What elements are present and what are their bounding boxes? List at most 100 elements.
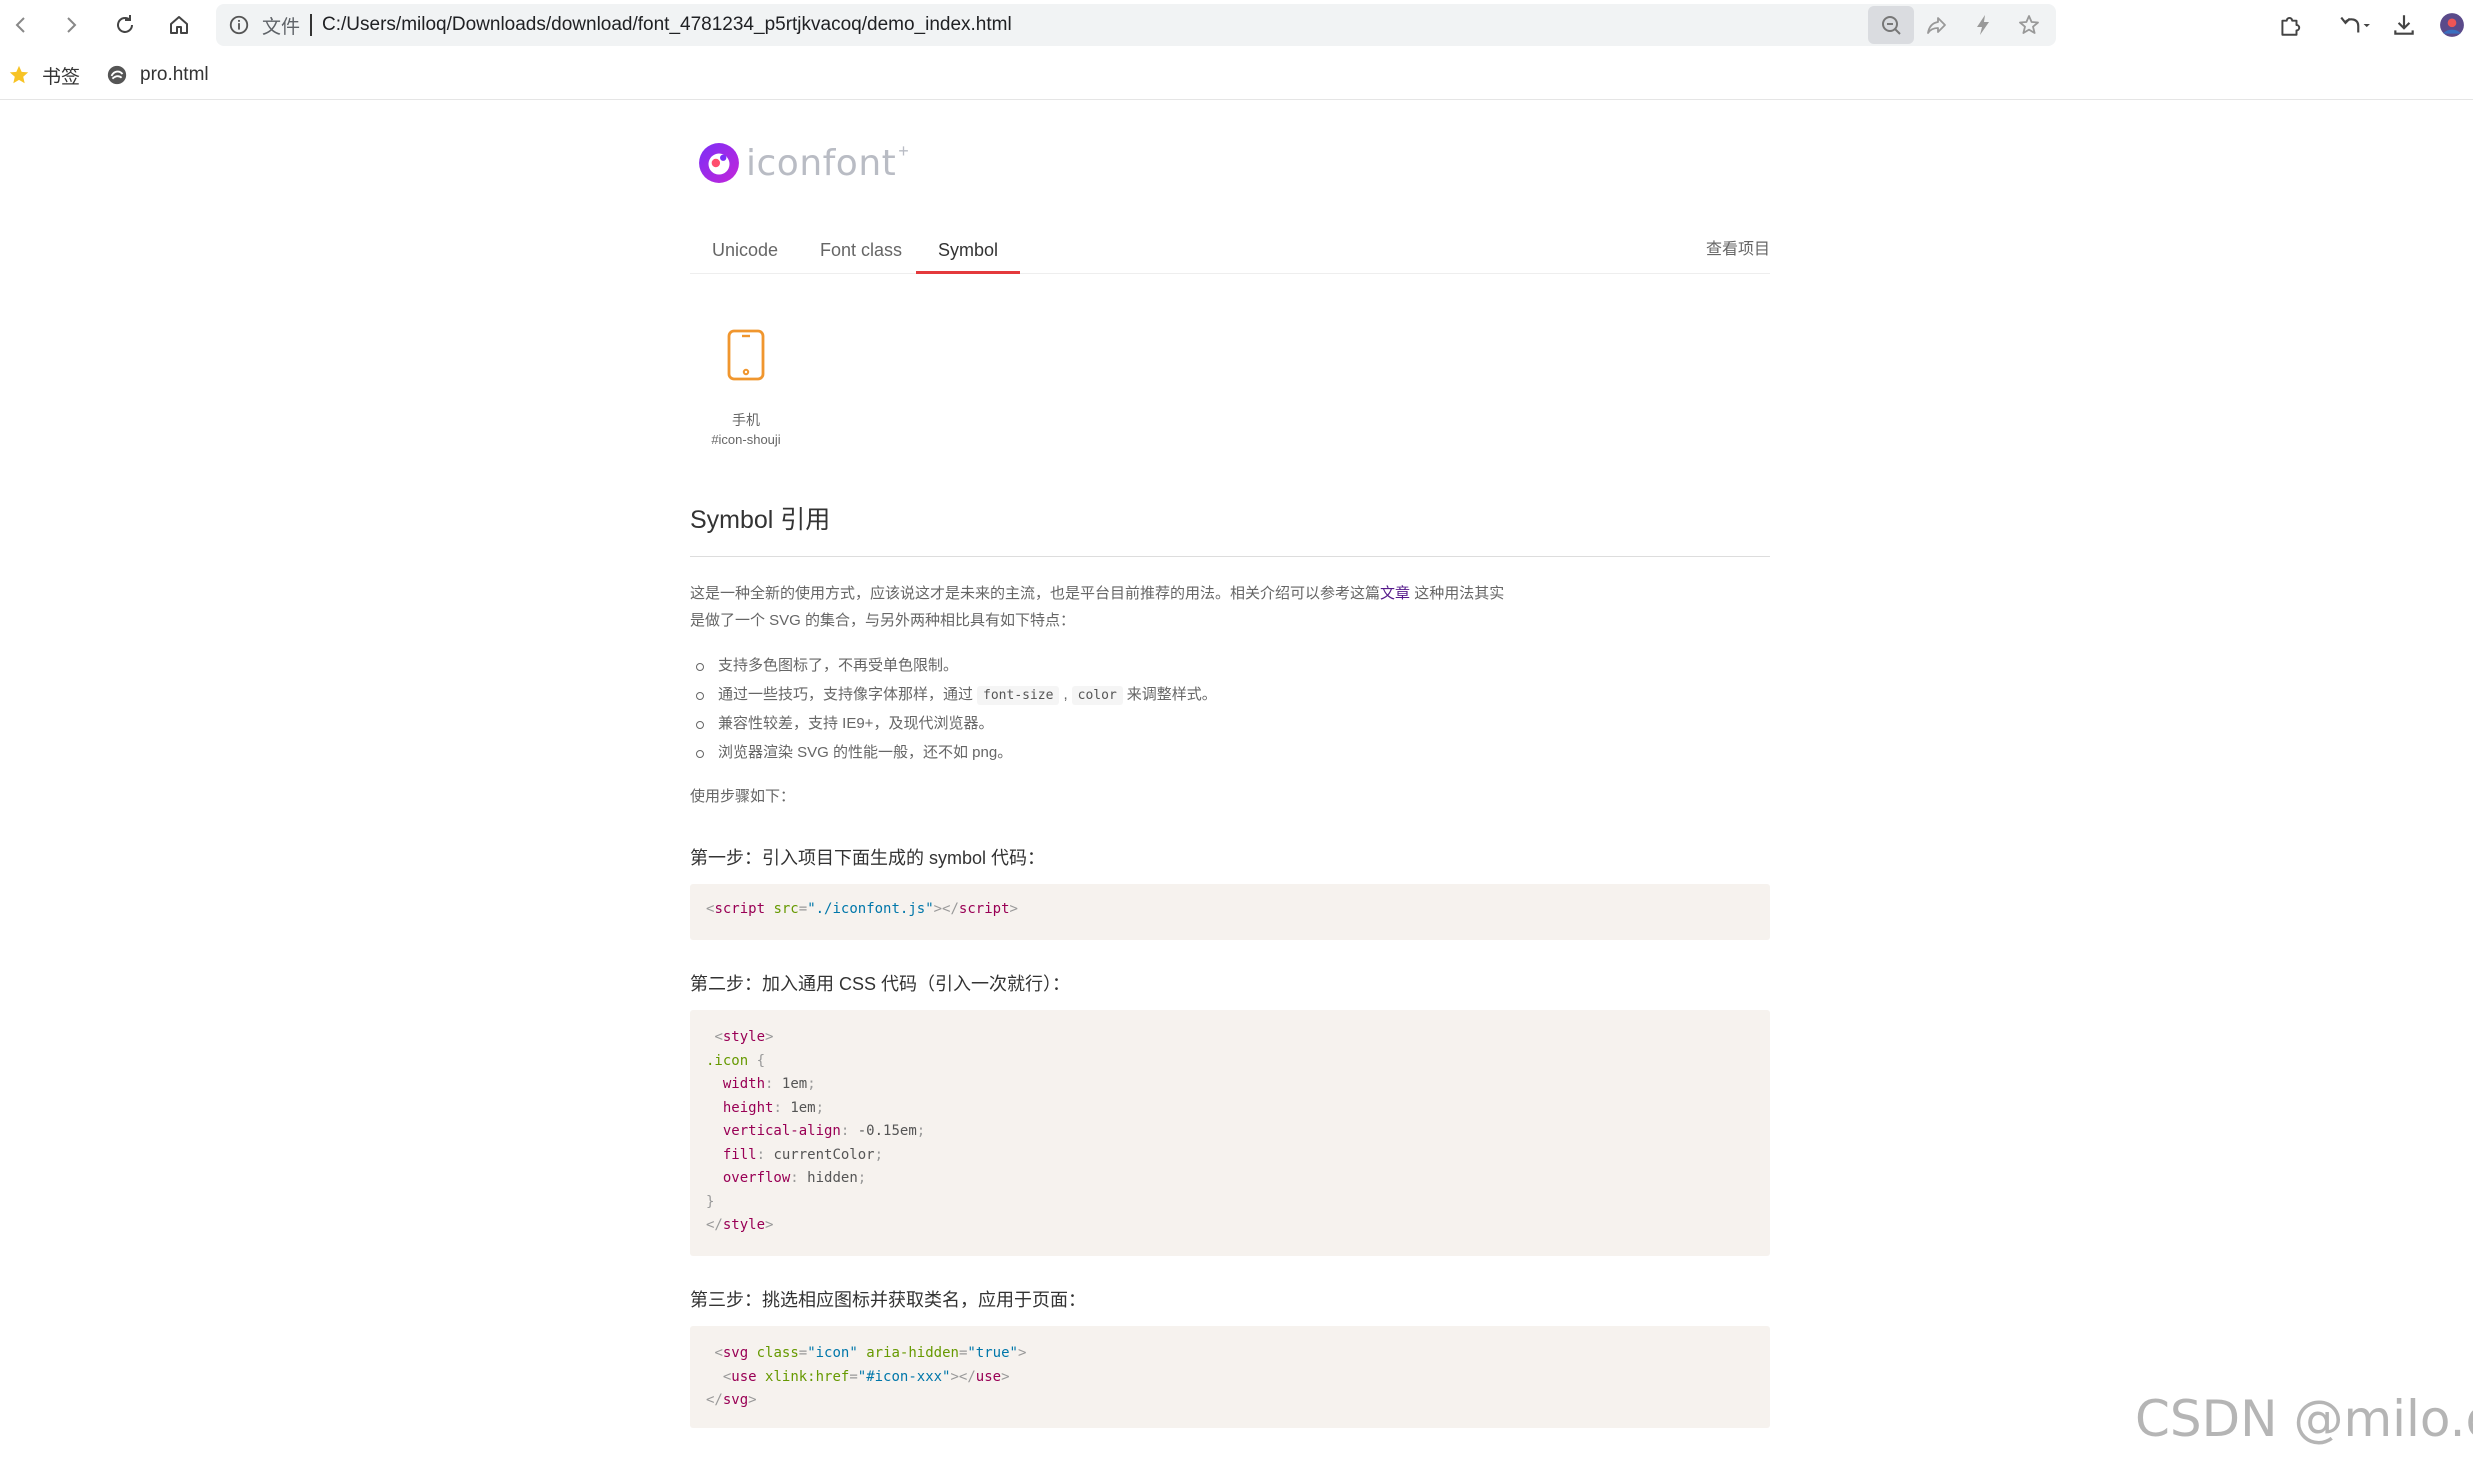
article-link[interactable]: 文章 — [1380, 585, 1410, 602]
code-tag: script — [958, 901, 1010, 917]
icon-name: 手机 — [732, 412, 760, 428]
reload-button[interactable] — [106, 6, 144, 44]
watermark: CSDN @milo.qu — [2135, 1390, 2473, 1448]
intro-line-2: 是做了一个 SVG 的集合，与另外两种相比具有如下特点： — [690, 612, 1076, 629]
logo-plus: + — [898, 140, 909, 161]
url-text[interactable]: C:/Users/miloq/Downloads/download/font_4… — [322, 14, 1012, 36]
inline-code: color — [1071, 685, 1123, 705]
code-value: -0.15em — [857, 1123, 917, 1139]
steps-intro: 使用步骤如下： — [690, 788, 796, 805]
code-property: width — [722, 1076, 766, 1092]
code-tag: svg — [722, 1392, 749, 1408]
code-value: hidden — [807, 1170, 858, 1186]
code-value: 1em — [790, 1099, 816, 1116]
feature-text: 通过一些技巧，支持像字体那样，通过 — [718, 685, 974, 703]
forward-button[interactable] — [52, 6, 90, 44]
code-attr: aria-hidden — [866, 1345, 959, 1361]
feature-separator: , — [1063, 685, 1068, 703]
avatar-icon — [2440, 13, 2464, 37]
code-string: "icon" — [807, 1345, 858, 1361]
view-project-link[interactable]: 查看项目 — [1706, 226, 1770, 274]
feature-list: 支持多色图标了，不再受单色限制。 通过一些技巧，支持像字体那样，通过 font-s… — [696, 652, 1217, 768]
star-outline-icon — [2019, 15, 2039, 34]
code-attr: class — [756, 1345, 799, 1361]
bookmark-item-pro-html[interactable]: pro.html — [106, 62, 209, 88]
address-bar[interactable]: 文件 C:/Users/miloq/Downloads/download/fon… — [216, 4, 2056, 46]
code-tag: use — [731, 1368, 757, 1385]
url-scheme-label: 文件 — [262, 16, 301, 38]
list-item: 通过一些技巧，支持像字体那样，通过 font-size, color 来调整样式。 — [696, 681, 1217, 711]
code-attr: xlink:href — [765, 1368, 850, 1385]
home-button[interactable] — [160, 6, 198, 44]
home-icon — [170, 16, 188, 34]
intro-paragraph: 这是一种全新的使用方式，应该说这才是未来的主流，也是平台目前推荐的用法。相关介绍… — [690, 580, 1770, 634]
share-button[interactable] — [1914, 6, 1960, 44]
section-title: Symbol 引用 — [690, 500, 1770, 557]
lightning-icon — [1977, 15, 1989, 35]
address-actions — [1868, 6, 2052, 44]
code-string: "#icon-xxx" — [857, 1368, 951, 1385]
feature-text: 支持多色图标了，不再受单色限制。 — [718, 657, 959, 674]
feature-text: 兼容性较差，支持 IE9+，及现代浏览器。 — [718, 715, 994, 732]
code-block-step-3[interactable]: <svg class="icon" aria-hidden="true"> <u… — [690, 1326, 1770, 1428]
code-tag: use — [975, 1368, 1002, 1385]
arrow-right-icon — [67, 17, 77, 33]
code-block-step-1[interactable]: <script src="./iconfont.js"></script> — [690, 884, 1770, 940]
url-separator — [310, 14, 313, 36]
feature-text: 浏览器渲染 SVG 的性能一般，还不如 png。 — [718, 743, 1013, 761]
code-block-step-2[interactable]: <style> .icon { width: 1em; height: 1em;… — [690, 1010, 1770, 1256]
bookmarks-bar: 书签 pro.html — [0, 50, 2473, 100]
code-attr: src — [773, 901, 799, 917]
page-icon — [107, 65, 127, 85]
code-property: height — [722, 1099, 774, 1116]
arrow-left-icon — [15, 17, 25, 33]
code-tag: style — [722, 1217, 766, 1233]
iconfont-logo-icon — [699, 143, 739, 183]
zoom-button[interactable] — [1868, 6, 1914, 44]
step-1-heading: 第一步：引入项目下面生成的 symbol 代码： — [690, 848, 1046, 868]
code-selector: .icon — [706, 1052, 749, 1069]
icon-preview — [690, 300, 802, 410]
intro-text: 这是一种全新的使用方式，应该说这才是未来的主流，也是平台目前推荐的用法。相关介绍… — [690, 585, 1381, 602]
code-string: "true" — [967, 1345, 1018, 1361]
lightning-button[interactable] — [1960, 6, 2006, 44]
feature-text: 来调整样式。 — [1126, 685, 1217, 703]
tab-bar: Unicode Font class Symbol 查看项目 — [690, 226, 1770, 274]
bookmark-label: 书签 — [42, 66, 81, 88]
code-value: 1em — [781, 1076, 808, 1092]
logo-text: iconfont — [746, 142, 897, 184]
back-button[interactable] — [2, 6, 40, 44]
download-button[interactable] — [2382, 6, 2426, 44]
profile-avatar[interactable] — [2430, 6, 2473, 44]
download-icon — [2394, 15, 2414, 35]
undo-button[interactable] — [2326, 6, 2382, 44]
inline-code: font-size — [977, 685, 1060, 705]
code-tag: svg — [722, 1345, 749, 1361]
intro-text-tail: 这种用法其实 — [1410, 585, 1505, 602]
puzzle-icon — [2281, 17, 2301, 36]
code-property: fill — [722, 1146, 757, 1163]
code-value: currentColor — [773, 1146, 875, 1163]
step-2-heading: 第二步：加入通用 CSS 代码（引入一次就行）： — [690, 974, 1071, 994]
list-item: 支持多色图标了，不再受单色限制。 — [696, 652, 1217, 681]
bookmark-item-bookmarks[interactable]: 书签 — [8, 62, 80, 88]
undo-icon — [2340, 16, 2370, 33]
tab-font-class[interactable]: Font class — [798, 226, 924, 274]
extensions-button[interactable] — [2268, 6, 2312, 44]
bookmark-star-button[interactable] — [2006, 6, 2052, 44]
step-3-heading: 第三步：挑选相应图标并获取类名，应用于页面： — [690, 1290, 1086, 1310]
tab-unicode[interactable]: Unicode — [690, 226, 800, 274]
mobile-phone-icon — [727, 329, 765, 381]
zoom-out-icon — [1882, 16, 1901, 35]
code-string: "./iconfont.js" — [807, 901, 934, 917]
icon-item[interactable]: 手机 #icon-shouji — [690, 300, 802, 450]
list-item: 兼容性较差，支持 IE9+，及现代浏览器。 — [696, 710, 1217, 739]
browser-toolbar: 文件 C:/Users/miloq/Downloads/download/fon… — [0, 0, 2473, 50]
code-tag: style — [722, 1029, 766, 1045]
info-icon[interactable] — [226, 12, 252, 38]
list-item: 浏览器渲染 SVG 的性能一般，还不如 png。 — [696, 739, 1217, 768]
iconfont-logo[interactable]: iconfont + — [698, 140, 909, 184]
tab-symbol[interactable]: Symbol — [916, 226, 1021, 274]
reload-icon — [117, 15, 133, 33]
star-icon — [9, 65, 29, 84]
